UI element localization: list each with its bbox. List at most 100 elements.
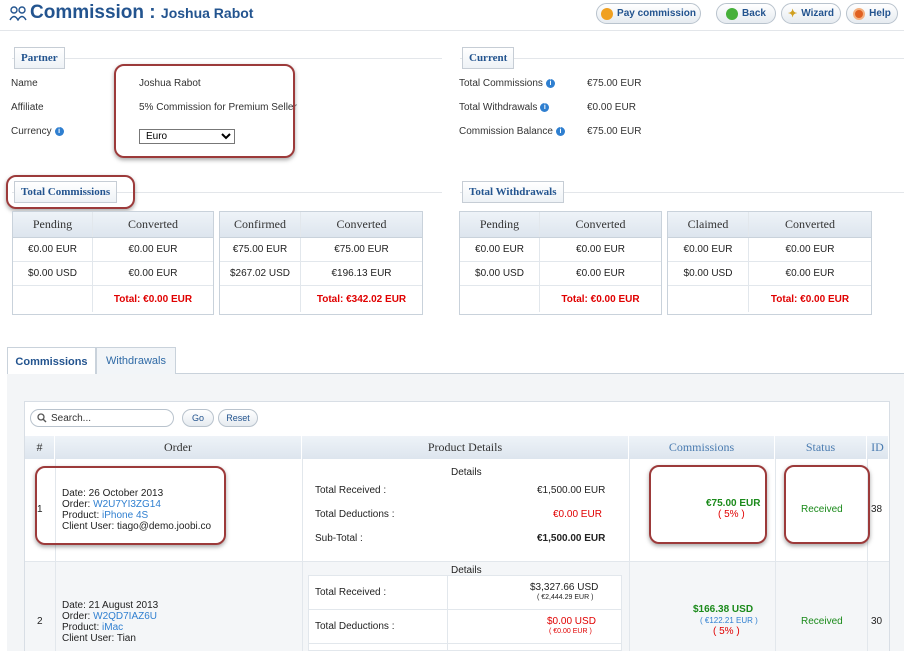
table-row: €0.00 EUR €0.00 EUR [668, 238, 871, 262]
commission-percent: ( 5% ) [713, 626, 740, 637]
balance-value: €75.00 EUR [587, 126, 642, 137]
table-cell: €75.00 EUR [334, 244, 389, 255]
order-link[interactable]: W2QD7IAZ6U [93, 611, 157, 622]
currency-label-row: Currency i [11, 126, 64, 137]
total-commissions-value: €75.00 EUR [587, 78, 642, 89]
column-header-status[interactable]: Status [775, 436, 867, 459]
go-button[interactable]: Go [182, 409, 214, 427]
column-header-number: # [25, 436, 55, 459]
pay-icon [601, 7, 614, 20]
table-cell: €0.00 EUR [128, 268, 178, 279]
status-value: Received [801, 504, 843, 515]
header-divider [0, 30, 904, 31]
table-cell: €0.00 EUR [785, 268, 835, 279]
back-label: Back [742, 8, 766, 19]
column-header-id[interactable]: ID [867, 436, 889, 459]
total-commissions-row: Total Commissions i [459, 78, 555, 89]
table-total-row: Total: €342.02 EUR [220, 286, 422, 312]
order-line: Order: W2U7YI3ZG14 [62, 499, 161, 510]
total-commissions-legend: Total Commissions [14, 181, 118, 203]
commissions-pending-table: Pending Converted €0.00 EUR €0.00 EUR $0… [12, 211, 214, 315]
total-withdrawals-label: Total Withdrawals [459, 102, 538, 113]
name-label: Name [11, 78, 38, 89]
empty-cell [220, 286, 301, 312]
commission-percent: ( 5% ) [718, 509, 745, 520]
column-divider [775, 562, 776, 651]
total-value: Total: €0.00 EUR [113, 293, 193, 305]
order-date: Date: 21 August 2013 [62, 600, 159, 611]
table-cell: €0.00 EUR [13, 238, 93, 261]
column-header-commissions-label: Commissions [668, 440, 735, 454]
column-header: Converted [336, 217, 387, 231]
column-header-commissions[interactable]: Commissions [629, 436, 775, 459]
table-header: Pending Converted [460, 212, 661, 238]
column-header: Claimed [668, 212, 749, 237]
current-legend: Current [462, 47, 515, 69]
column-header-id-label: ID [871, 440, 884, 454]
withdrawals-pending-table: Pending Converted €0.00 EUR €0.00 EUR $0… [459, 211, 662, 315]
pay-commission-label: Pay commission [617, 8, 696, 19]
row-id: 30 [871, 616, 883, 627]
affiliate-value: 5% Commission for Premium Seller [139, 102, 297, 113]
order-date: Date: 26 October 2013 [62, 488, 164, 499]
table-row: €0.00 EUR €0.00 EUR [460, 238, 661, 262]
total-value: Total: €0.00 EUR [561, 293, 640, 305]
table-cell: $0.00 USD [668, 262, 749, 285]
tab-commissions[interactable]: Commissions [7, 347, 96, 375]
table-row: €0.00 EUR €0.00 EUR [13, 238, 213, 262]
total-deductions-label: Total Deductions : [315, 621, 395, 632]
total-received-value: €1,500.00 EUR [537, 485, 606, 496]
total-received-label: Total Received : [315, 587, 387, 598]
reset-button[interactable]: Reset [218, 409, 258, 427]
wizard-button[interactable]: ✦ Wizard [781, 3, 841, 24]
total-withdrawals-row: Total Withdrawals i [459, 102, 550, 113]
column-divider [302, 562, 303, 651]
column-header: Converted [575, 217, 626, 231]
row-id: 38 [871, 504, 883, 515]
total-received-label: Total Received : [315, 485, 387, 496]
client-user: Client User: tiago@demo.joobi.co [62, 521, 212, 532]
currency-select[interactable]: Euro [139, 129, 235, 144]
table-total-row: Total: €0.00 EUR [13, 286, 213, 312]
order-link[interactable]: W2U7YI3ZG14 [93, 499, 161, 510]
table-cell: $0.00 USD [460, 262, 540, 285]
commission-amount: €75.00 EUR [706, 498, 761, 509]
column-header: Confirmed [220, 212, 301, 237]
column-header: Pending [460, 212, 540, 237]
client-user: Client User: Tian [62, 633, 136, 644]
table-cell: €0.00 EUR [785, 244, 835, 255]
total-deductions-label: Total Deductions : [315, 509, 395, 520]
pay-commission-button[interactable]: Pay commission [596, 3, 701, 24]
help-button[interactable]: Help [846, 3, 898, 24]
details-title: Details [451, 467, 482, 478]
table-cell: $0.00 USD [13, 262, 93, 285]
search-box[interactable]: Search... [30, 409, 174, 427]
search-input[interactable]: Search... [51, 413, 91, 424]
info-icon: i [555, 127, 565, 136]
details-row-divider [308, 643, 622, 644]
page-title-label: Commission : [30, 2, 156, 23]
total-commissions-label: Total Commissions [459, 78, 543, 89]
table-cell: €0.00 EUR [576, 244, 625, 255]
partner-name-heading: Joshua Rabot [160, 5, 254, 21]
column-divider [867, 562, 868, 651]
subtotal-value: €1,500.00 EUR [537, 533, 606, 544]
empty-cell [13, 286, 93, 312]
lifebuoy-icon [853, 7, 866, 20]
partner-legend: Partner [14, 47, 65, 69]
product-link[interactable]: iMac [102, 622, 123, 633]
magic-wand-icon: ✦ [788, 8, 798, 20]
back-button[interactable]: Back [716, 3, 776, 24]
table-row: $0.00 USD €0.00 EUR [460, 262, 661, 286]
search-icon [37, 413, 47, 423]
info-icon: i [545, 79, 555, 88]
details-divider [447, 575, 448, 651]
table-row: $0.00 USD €0.00 EUR [13, 262, 213, 286]
product-link[interactable]: iPhone 4S [102, 510, 148, 521]
current-divider [460, 58, 904, 59]
currency-label: Currency [11, 126, 52, 137]
subtotal-label: Sub-Total : [315, 533, 363, 544]
product-label: Product: [62, 622, 100, 633]
tab-withdrawals[interactable]: Withdrawals [96, 347, 176, 374]
row-number: 1 [37, 504, 43, 515]
